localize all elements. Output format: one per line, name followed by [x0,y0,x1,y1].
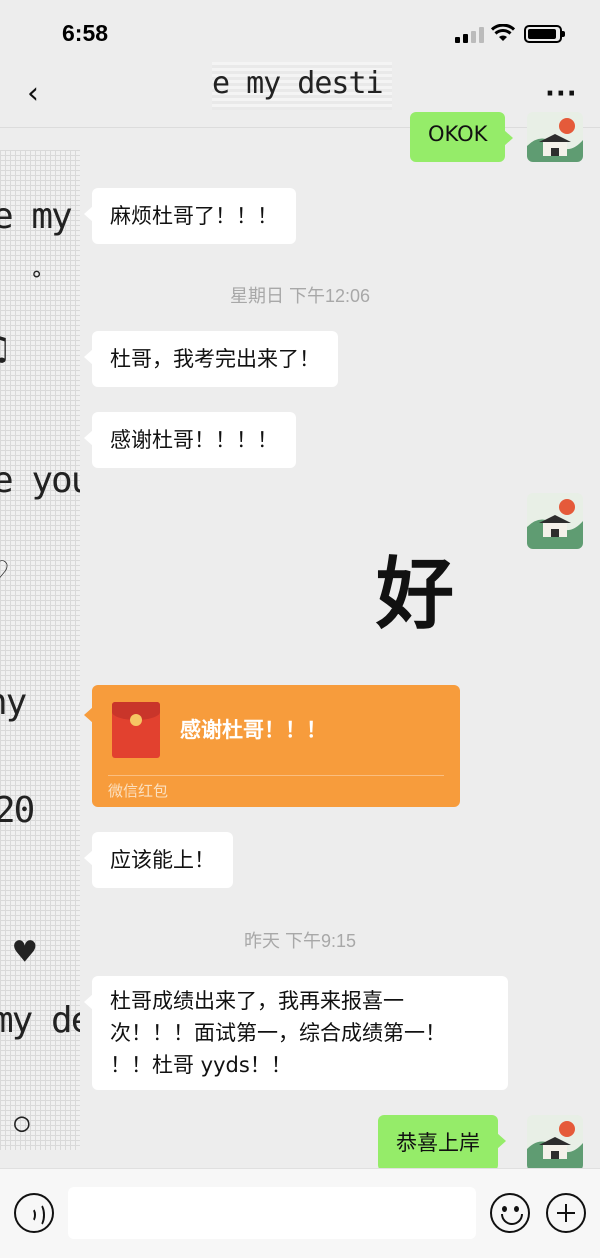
sticker-message[interactable]: 好 [376,532,476,640]
background-text: ♡ [0,552,8,593]
message-text: OKOK [428,122,488,146]
red-packet-label: 微信红包 [108,782,169,800]
wifi-icon [491,24,515,41]
message-text-line: 次！！！面试第一，综合成绩第一！ [110,1021,446,1045]
back-icon[interactable]: ‹ [18,76,48,112]
message-input[interactable] [68,1187,476,1239]
status-time: 6:58 [62,20,109,46]
message-text: 麻烦杜哥了！！！ [110,204,278,228]
background-text: my de [0,1000,80,1041]
input-bar [0,1168,600,1258]
message-bubble-in[interactable]: 杜哥，我考完出来了！ [84,331,338,387]
message-bubble-in[interactable]: 感谢杜哥！！！！ [84,412,296,468]
message-text: 恭喜上岸 [396,1131,480,1155]
background-text: ♫ [0,328,8,369]
avatar[interactable] [527,112,583,162]
background-text: ny [0,682,27,723]
red-packet-text: 感谢杜哥！！！ [180,718,327,742]
timestamp: 星期日 下午12:06 [229,286,371,306]
timestamp: 昨天 下午9:15 [243,931,357,951]
message-text-line: 杜哥成绩出来了，我再来报喜一 [110,989,404,1013]
red-packet-message[interactable]: 感谢杜哥！！！ 微信红包 [84,685,460,807]
message-text-line: ！！杜哥 yyds！！ [110,1053,292,1077]
message-bubble-in[interactable]: 杜哥成绩出来了，我再来报喜一 次！！！面试第一，综合成绩第一！ ！！杜哥 yyd… [84,976,508,1090]
signal-icon [455,27,485,43]
avatar[interactable] [527,493,583,549]
background-text: e my [0,196,73,237]
message-bubble-in[interactable]: 麻烦杜哥了！！！ [84,188,296,244]
battery-icon [524,25,565,43]
message-text: 杜哥，我考完出来了！ [110,347,320,371]
status-bar: 6:58 [0,0,600,62]
message-text: 感谢杜哥！！！！ [110,428,278,452]
background-text: ○ [14,1108,30,1138]
message-bubble-out[interactable]: OKOK [410,112,514,162]
background-text: e you [0,460,80,501]
plus-icon[interactable] [546,1193,586,1233]
red-packet-icon [112,702,160,758]
more-icon[interactable]: ··· [545,76,577,112]
emoji-icon[interactable] [490,1193,530,1233]
avatar[interactable] [527,1115,583,1171]
voice-icon[interactable] [14,1193,54,1233]
message-bubble-out[interactable]: 恭喜上岸 [378,1115,506,1171]
chat-header: ‹ e my desti ··· [0,62,600,128]
background-text: 20 [0,790,35,831]
chat-title: e my desti [212,62,392,110]
message-bubble-in[interactable]: 应该能上！ [84,832,233,888]
message-text: 应该能上！ [110,848,215,872]
divider [108,775,444,776]
